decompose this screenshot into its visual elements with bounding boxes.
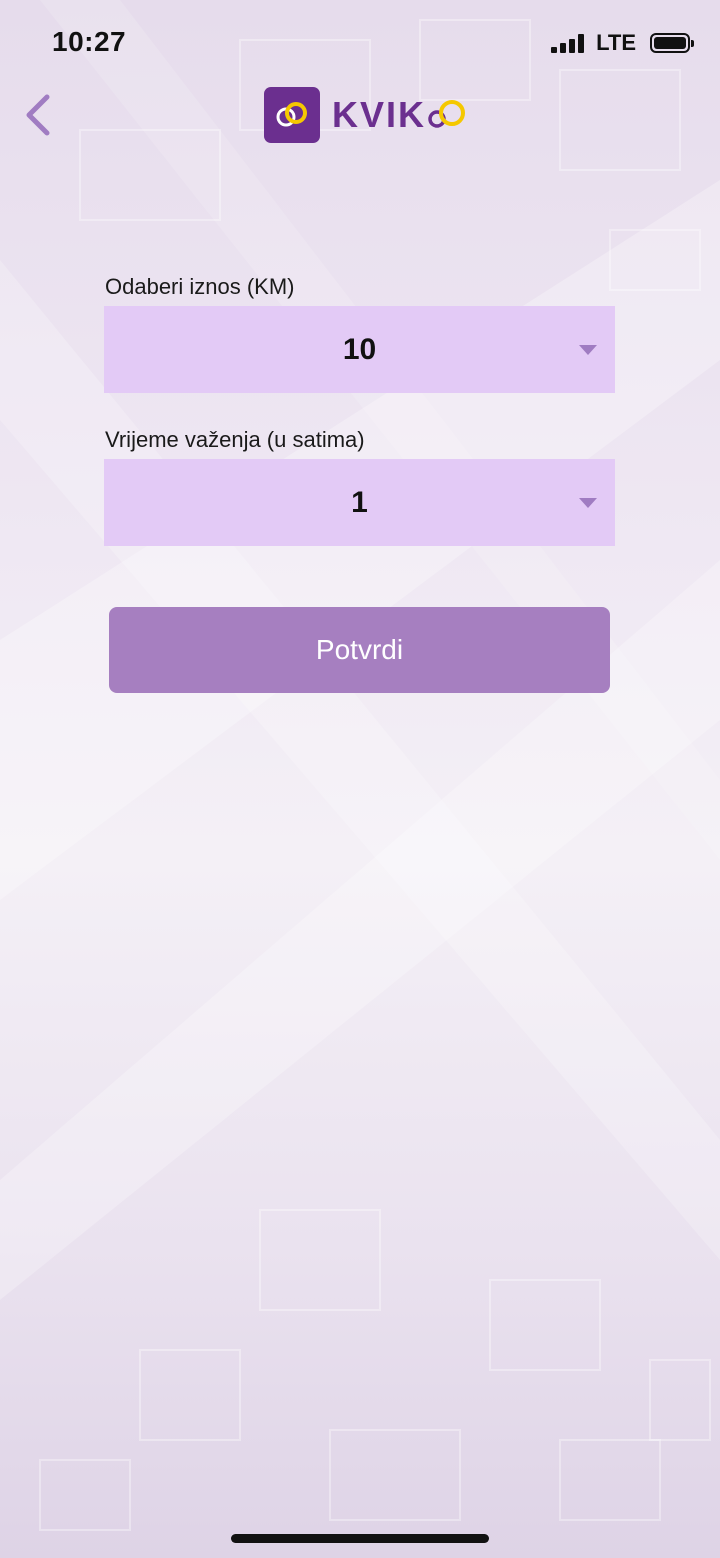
background-pattern — [0, 0, 720, 1558]
status-bar: 10:27 LTE — [0, 0, 720, 88]
amount-label: Odaberi iznos (KM) — [105, 274, 295, 299]
logo-text: KVIK — [332, 94, 427, 135]
chevron-left-icon — [26, 94, 50, 136]
amount-value: 10 — [342, 332, 377, 366]
chevron-down-icon — [579, 344, 597, 355]
network-label: LTE — [596, 30, 636, 55]
back-button[interactable] — [14, 90, 62, 140]
logo-wordmark: KVIK — [332, 94, 469, 136]
status-time: 10:27 — [52, 26, 127, 57]
validity-value: 1 — [351, 485, 368, 519]
signal-icon — [551, 33, 585, 53]
validity-select[interactable]: 1 — [104, 459, 615, 546]
validity-label: Vrijeme važenja (u satima) — [105, 427, 365, 452]
confirm-button[interactable]: Potvrdi — [109, 607, 610, 693]
kviko-logo: KVIK — [264, 87, 469, 143]
status-indicators: LTE — [551, 30, 694, 56]
logo-rings-icon — [427, 97, 469, 133]
rings-logo-icon — [276, 102, 307, 127]
chevron-down-icon — [579, 497, 597, 508]
battery-icon — [650, 33, 694, 53]
home-indicator[interactable] — [231, 1534, 489, 1543]
amount-select[interactable]: 10 — [104, 306, 615, 393]
logo-badge — [264, 87, 320, 143]
